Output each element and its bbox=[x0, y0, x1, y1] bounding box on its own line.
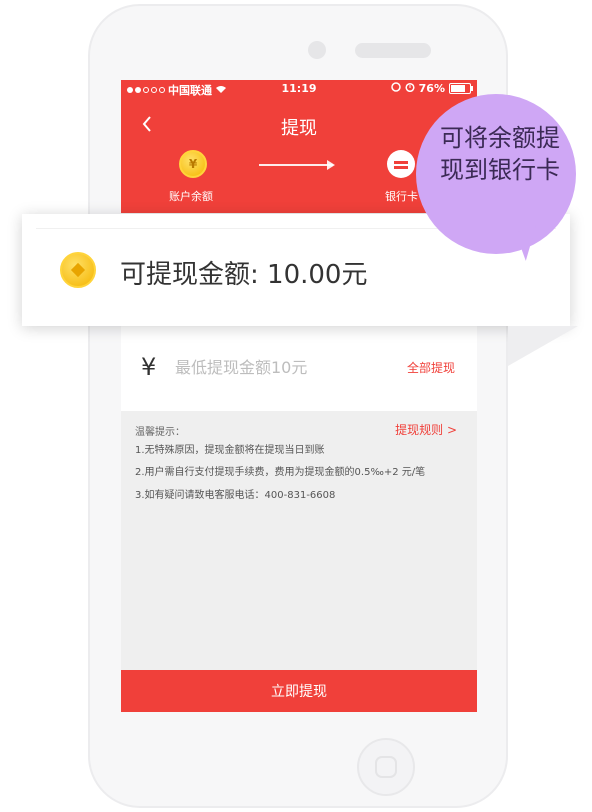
currency-symbol: ¥ bbox=[141, 353, 157, 381]
amount-row: ¥ 全部提现 bbox=[121, 325, 477, 411]
page-title: 提现 bbox=[281, 118, 317, 139]
gold-coin-icon bbox=[60, 252, 96, 288]
tip-line: 3.如有疑问请致电客服电话：400-831-6608 bbox=[135, 490, 336, 501]
alarm-icon bbox=[405, 82, 415, 95]
tips-section: 温馨提示： 提现规则 > 1.无特殊原因，提现金额将在提现当日到账 2.用户需自… bbox=[121, 411, 477, 671]
withdraw-all-link[interactable]: 全部提现 bbox=[407, 359, 455, 376]
flow-arrow-icon bbox=[259, 160, 335, 170]
speech-bubble-text: 可将余额提现到银行卡 bbox=[440, 124, 560, 184]
camera bbox=[308, 41, 326, 59]
tips-heading: 温馨提示： bbox=[135, 427, 185, 438]
speaker bbox=[355, 43, 431, 58]
bank-card-icon bbox=[387, 150, 415, 178]
flow-to-label: 银行卡 bbox=[385, 190, 418, 203]
amount-input[interactable] bbox=[173, 351, 377, 383]
callout-shadow-tail bbox=[508, 326, 578, 366]
tip-line: 1.无特殊原因，提现金额将在提现当日到账 bbox=[135, 445, 325, 456]
home-button[interactable] bbox=[357, 738, 415, 796]
coin-icon: ¥ bbox=[179, 150, 207, 178]
battery-icon bbox=[449, 83, 473, 94]
rules-link[interactable]: 提现规则 > bbox=[395, 421, 457, 438]
flow-from-label: 账户余额 bbox=[169, 190, 213, 203]
status-bar: 中国联通 11:19 76% bbox=[121, 80, 477, 98]
tip-line: 2.用户需自行支付提现手续费，费用为提现金额的0.5‰+2 元/笔 bbox=[135, 467, 426, 478]
status-right: 76% bbox=[390, 82, 473, 95]
lock-rotation-icon bbox=[390, 82, 401, 95]
speech-bubble: 可将余额提现到银行卡 bbox=[416, 94, 576, 254]
submit-withdraw-button[interactable]: 立即提现 bbox=[121, 670, 477, 712]
withdrawable-amount-text: 可提现金额: 10.00元 bbox=[120, 260, 368, 290]
home-button-icon bbox=[375, 756, 397, 778]
battery-percent: 76% bbox=[418, 82, 445, 95]
